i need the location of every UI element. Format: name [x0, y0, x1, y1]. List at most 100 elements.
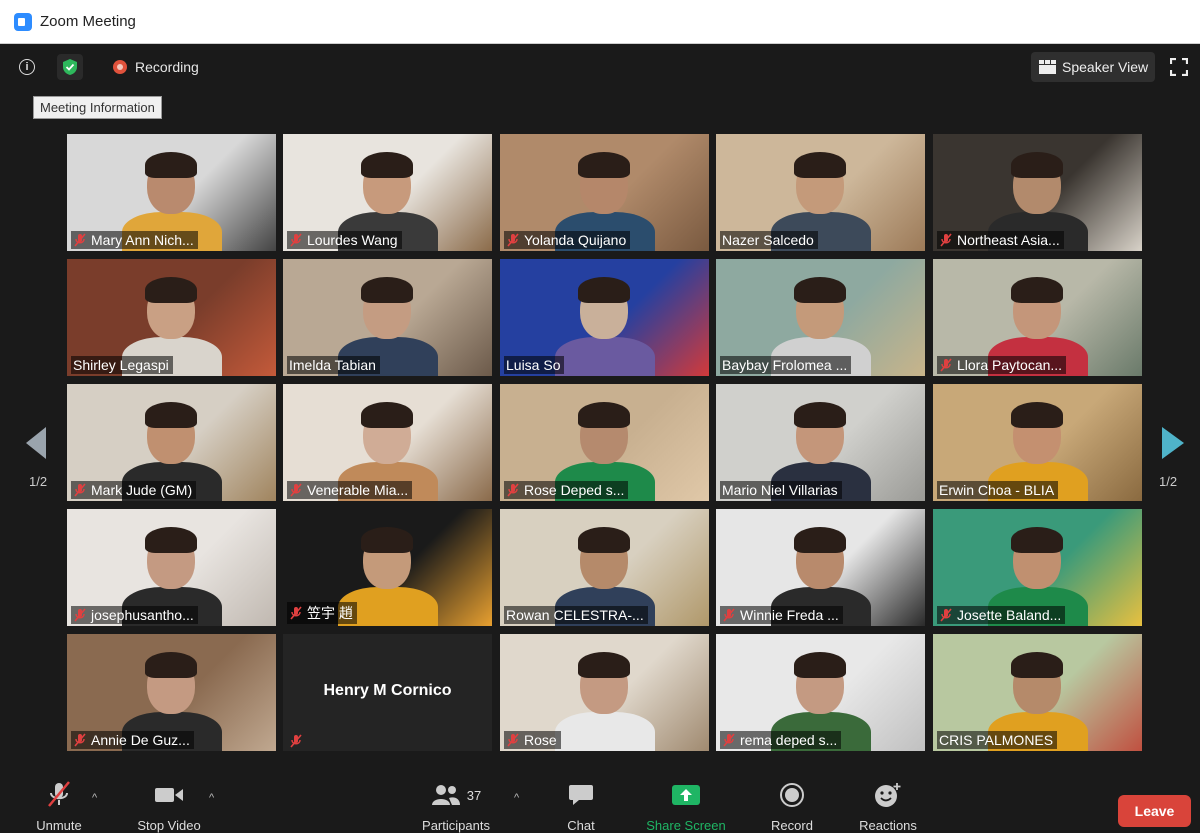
participants-chevron-icon[interactable]: ^: [514, 792, 519, 804]
security-shield-icon[interactable]: [57, 54, 83, 80]
participant-name-tag: Annie De Guz...: [71, 731, 194, 749]
muted-microphone-icon: [722, 608, 736, 622]
participant-name: Nazer Salcedo: [722, 232, 814, 248]
participant-name: rema deped s...: [740, 732, 838, 748]
video-tile[interactable]: Northeast Asia...: [933, 134, 1142, 251]
prev-page-arrow-icon[interactable]: [26, 427, 48, 459]
video-tile[interactable]: Mary Ann Nich...: [67, 134, 276, 251]
participant-name-tag: Imelda Tabian: [287, 356, 380, 374]
chat-bubble-icon: [569, 785, 593, 805]
participant-name: Imelda Tabian: [289, 357, 376, 373]
muted-microphone-icon: [939, 608, 953, 622]
chat-button[interactable]: Chat: [561, 780, 601, 833]
reactions-label: Reactions: [859, 818, 917, 833]
video-tile[interactable]: Henry M Cornico: [283, 634, 492, 751]
muted-microphone-icon: [73, 608, 87, 622]
participant-name-tag: Yolanda Quijano: [504, 231, 631, 249]
video-tile[interactable]: Rose: [500, 634, 709, 751]
participant-name: Erwin Choa - BLIA: [939, 482, 1055, 498]
participant-name-tag: Lourdes Wang: [287, 231, 402, 249]
participant-name-tag: Rowan CELESTRA-...: [504, 606, 648, 624]
video-tile[interactable]: Lourdes Wang: [283, 134, 492, 251]
record-label: Record: [771, 818, 813, 833]
reactions-button[interactable]: Reactions: [855, 780, 921, 833]
video-tile[interactable]: Yolanda Quijano: [500, 134, 709, 251]
stop-video-button[interactable]: Stop Video: [133, 780, 205, 833]
video-tile[interactable]: Rose Deped s...: [500, 384, 709, 501]
participant-name: CRIS PALMONES: [939, 732, 1054, 748]
record-icon: [780, 783, 804, 807]
participant-name: Rose: [524, 732, 557, 748]
muted-microphone-icon: [939, 358, 953, 372]
participant-name: Mario Niel Villarias: [722, 482, 838, 498]
recording-label[interactable]: Recording: [135, 59, 199, 75]
muted-microphone-icon: [73, 483, 87, 497]
video-tile[interactable]: Baybay Frolomea ...: [716, 259, 925, 376]
fullscreen-icon[interactable]: [1170, 58, 1188, 76]
leave-button[interactable]: Leave: [1118, 795, 1191, 827]
participant-name-tag: 笠宇 趙: [287, 602, 357, 624]
window-title: Zoom Meeting: [40, 13, 136, 30]
video-tile[interactable]: Erwin Choa - BLIA: [933, 384, 1142, 501]
video-tile[interactable]: Nazer Salcedo: [716, 134, 925, 251]
muted-microphone-icon: [73, 233, 87, 247]
muted-microphone-icon: [506, 483, 520, 497]
video-tile[interactable]: Mario Niel Villarias: [716, 384, 925, 501]
muted-microphone-icon: [506, 733, 520, 747]
stop-video-label: Stop Video: [137, 818, 201, 833]
audio-options-chevron-icon[interactable]: ^: [92, 792, 97, 804]
participant-name-tag: Rose Deped s...: [504, 481, 629, 499]
unmute-label: Unmute: [36, 818, 82, 833]
participants-button[interactable]: 37 Participants: [416, 780, 496, 833]
video-tile[interactable]: Winnie Freda ...: [716, 509, 925, 626]
participant-name-tag: CRIS PALMONES: [937, 731, 1058, 749]
video-tile[interactable]: josephusantho...: [67, 509, 276, 626]
participant-name-tag: Erwin Choa - BLIA: [937, 481, 1059, 499]
video-tile[interactable]: Shirley Legaspi: [67, 259, 276, 376]
video-tile[interactable]: CRIS PALMONES: [933, 634, 1142, 751]
video-tile[interactable]: rema deped s...: [716, 634, 925, 751]
video-tile[interactable]: Luisa So: [500, 259, 709, 376]
participant-name-tag: Nazer Salcedo: [720, 231, 818, 249]
page-indicator-left: 1/2: [29, 474, 48, 489]
muted-microphone-icon: [289, 233, 303, 247]
video-tile[interactable]: Annie De Guz...: [67, 634, 276, 751]
video-tile[interactable]: Mark Jude (GM): [67, 384, 276, 501]
muted-microphone-icon: [289, 734, 303, 748]
muted-microphone-icon: [506, 233, 520, 247]
participant-name-tag: Rose: [504, 731, 561, 749]
video-tile[interactable]: Rowan CELESTRA-...: [500, 509, 709, 626]
participant-name: Llora Paytocan...: [957, 357, 1063, 373]
video-tile[interactable]: Venerable Mia...: [283, 384, 492, 501]
participants-label: Participants: [422, 818, 490, 833]
participant-name-tag: josephusantho...: [71, 606, 198, 624]
participant-name-tag: Mario Niel Villarias: [720, 481, 842, 499]
info-icon[interactable]: i: [19, 59, 35, 75]
video-tile[interactable]: Josette Baland...: [933, 509, 1142, 626]
video-tile[interactable]: Llora Paytocan...: [933, 259, 1142, 376]
muted-microphone-icon: [48, 781, 70, 807]
participant-name: Rose Deped s...: [524, 482, 625, 498]
participant-name-tag: Mary Ann Nich...: [71, 231, 198, 249]
participant-name-tag: Baybay Frolomea ...: [720, 356, 852, 374]
page-indicator-right: 1/2: [1159, 474, 1178, 489]
participant-name: Shirley Legaspi: [73, 357, 169, 373]
video-options-chevron-icon[interactable]: ^: [209, 792, 214, 804]
participant-name: Northeast Asia...: [957, 232, 1060, 248]
unmute-button[interactable]: Unmute: [30, 780, 88, 833]
speaker-view-button[interactable]: Speaker View: [1031, 52, 1155, 82]
record-button[interactable]: Record: [768, 780, 816, 833]
participant-name-tag: Josette Baland...: [937, 606, 1066, 624]
muted-microphone-icon: [722, 733, 736, 747]
participant-name-tag: Shirley Legaspi: [71, 356, 173, 374]
next-page-arrow-icon[interactable]: [1162, 427, 1184, 459]
smiley-reaction-icon: [875, 783, 901, 807]
muted-microphone-icon: [289, 483, 303, 497]
video-tile[interactable]: Imelda Tabian: [283, 259, 492, 376]
participants-icon: [431, 785, 460, 805]
share-screen-button[interactable]: Share Screen: [642, 780, 730, 833]
video-tile[interactable]: 笠宇 趙: [283, 509, 492, 626]
participant-name: Yolanda Quijano: [524, 232, 627, 248]
participant-name-tag: Winnie Freda ...: [720, 606, 843, 624]
participant-name: 笠宇 趙: [307, 605, 353, 621]
